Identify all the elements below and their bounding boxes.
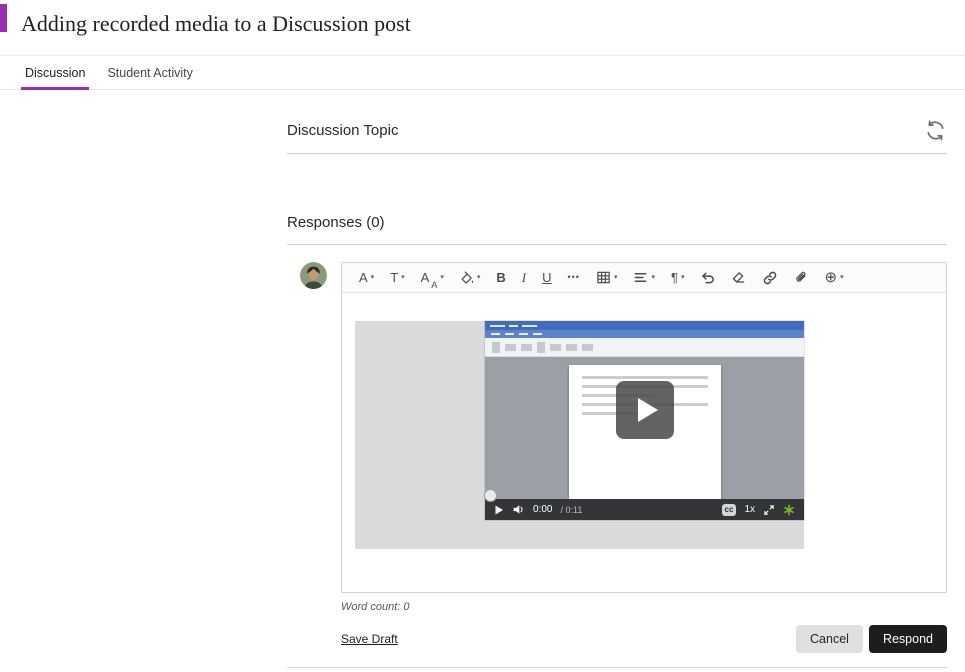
refresh-icon[interactable] <box>924 119 947 142</box>
word-count: Word count: 0 <box>341 601 947 613</box>
chevron-down-icon: ▾ <box>614 274 618 281</box>
chevron-down-icon: ▾ <box>371 274 375 281</box>
video-frame: 0:00 / 0:11 cc 1x <box>485 321 804 520</box>
tab-discussion-label: Discussion <box>25 66 85 80</box>
action-buttons: Cancel Respond <box>796 625 947 653</box>
topic-header-row: Discussion Topic <box>287 119 947 154</box>
undo-button[interactable] <box>692 263 723 292</box>
thumbnail-ribbon-tabs <box>485 330 804 338</box>
paperclip-icon <box>794 270 808 285</box>
italic-icon: I <box>522 271 526 284</box>
font-family-icon: A <box>421 271 430 284</box>
font-family-small-icon: A <box>431 281 437 290</box>
video-thumbnail <box>485 321 804 499</box>
bottom-divider <box>287 667 947 668</box>
rich-text-editor: A ▾ T ▾ A A ▾ <box>341 262 947 593</box>
undo-icon <box>700 270 715 285</box>
video-duration: / 0:11 <box>560 505 582 515</box>
responses-heading: Responses (0) <box>287 214 947 231</box>
underline-icon: U <box>542 271 551 284</box>
font-color-icon: A <box>359 271 368 284</box>
insert-stuff-button[interactable]: ⊕ ▾ <box>816 263 851 292</box>
save-draft-link[interactable]: Save Draft <box>341 632 398 646</box>
video-play-overlay-button[interactable] <box>616 381 674 439</box>
compose-row: A ▾ T ▾ A A ▾ <box>287 262 947 653</box>
thumbnail-ribbon <box>485 338 804 357</box>
editor-toolbar: A ▾ T ▾ A A ▾ <box>342 263 946 293</box>
tab-discussion[interactable]: Discussion <box>23 56 87 89</box>
captions-button[interactable]: cc <box>722 504 737 516</box>
eraser-icon <box>731 270 746 285</box>
page: Adding recorded media to a Discussion po… <box>0 0 965 668</box>
chevron-down-icon: ▾ <box>840 274 844 281</box>
text-style-icon: T <box>390 271 398 284</box>
main-content: Discussion Topic Responses (0) <box>287 90 947 668</box>
accent-bar <box>0 4 7 32</box>
responses-header-row: Responses (0) <box>287 214 947 245</box>
editor-content-area[interactable]: 0:00 / 0:11 cc 1x <box>342 293 946 592</box>
video-current-time: 0:00 <box>533 504 552 515</box>
bold-icon: B <box>496 271 505 284</box>
table-button[interactable]: ▾ <box>588 263 626 292</box>
insert-link-button[interactable] <box>754 263 786 292</box>
respond-button[interactable]: Respond <box>869 625 947 653</box>
link-icon <box>762 270 778 286</box>
discussion-topic-heading: Discussion Topic <box>287 122 398 139</box>
thumbnail-window-titlebar <box>485 321 804 330</box>
underline-button[interactable]: U <box>534 263 559 292</box>
volume-button[interactable] <box>512 503 525 516</box>
alignment-button[interactable]: ▾ <box>625 263 663 292</box>
chevron-down-icon: ▾ <box>681 274 685 281</box>
plus-circle-icon: ⊕ <box>824 270 837 285</box>
video-controls-bar: 0:00 / 0:11 cc 1x <box>485 499 804 520</box>
cancel-button[interactable]: Cancel <box>796 625 863 653</box>
table-icon <box>596 270 611 285</box>
attach-file-button[interactable] <box>786 263 816 292</box>
kaltura-logo-icon[interactable] <box>783 504 795 516</box>
bold-button[interactable]: B <box>488 263 513 292</box>
page-title: Adding recorded media to a Discussion po… <box>21 11 965 37</box>
editor-column: A ▾ T ▾ A A ▾ <box>341 262 947 653</box>
fullscreen-button[interactable] <box>763 504 775 516</box>
chevron-down-icon: ▾ <box>477 274 481 281</box>
tab-student-activity[interactable]: Student Activity <box>105 56 194 89</box>
italic-button[interactable]: I <box>514 263 534 292</box>
ellipsis-icon: ••• <box>568 273 580 282</box>
play-icon <box>638 398 658 422</box>
seek-handle[interactable] <box>484 489 497 502</box>
chevron-down-icon: ▾ <box>440 274 444 281</box>
font-color-button[interactable]: A ▾ <box>351 263 382 292</box>
user-avatar <box>300 262 327 289</box>
tab-bar: Discussion Student Activity <box>0 56 965 90</box>
more-formatting-button[interactable]: ••• <box>560 263 588 292</box>
paint-bucket-icon <box>460 271 474 285</box>
text-style-button[interactable]: T ▾ <box>382 263 412 292</box>
embedded-video-player: 0:00 / 0:11 cc 1x <box>355 321 804 549</box>
paragraph-icon: ¶ <box>671 271 678 284</box>
font-family-button[interactable]: A A ▾ <box>413 263 452 292</box>
video-play-button[interactable] <box>494 505 504 515</box>
paragraph-button[interactable]: ¶ ▾ <box>663 263 693 292</box>
page-header: Adding recorded media to a Discussion po… <box>0 0 965 56</box>
chevron-down-icon: ▾ <box>401 274 405 281</box>
playback-speed-button[interactable]: 1x <box>744 504 755 515</box>
tab-student-activity-label: Student Activity <box>107 66 192 80</box>
align-lines-icon <box>633 270 648 285</box>
editor-footer-row: Save Draft Cancel Respond <box>341 625 947 653</box>
highlight-color-button[interactable]: ▾ <box>452 263 489 292</box>
clear-formatting-button[interactable] <box>723 263 754 292</box>
chevron-down-icon: ▾ <box>651 274 655 281</box>
